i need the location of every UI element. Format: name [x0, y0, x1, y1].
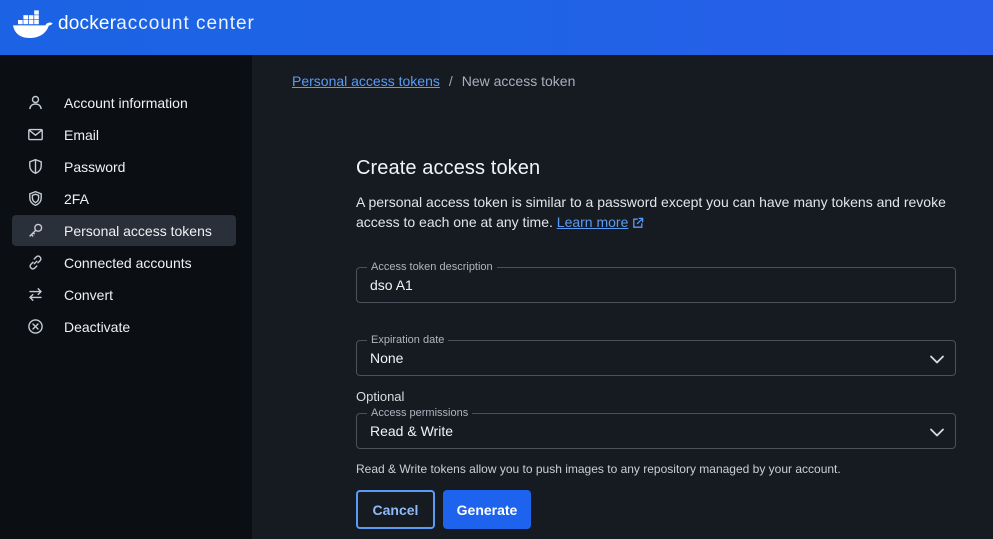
sidebar-item-label: Password	[64, 158, 126, 175]
logo-brand: docker	[58, 13, 117, 34]
link-icon	[27, 254, 44, 271]
breadcrumb-current: New access token	[461, 73, 576, 89]
double-shield-icon	[27, 190, 44, 207]
expiration-date-select[interactable]: Expiration date None	[356, 333, 956, 376]
create-token-form: Create access token A personal access to…	[356, 157, 956, 529]
main-content: Personal access tokens / New access toke…	[252, 55, 993, 539]
access-permissions-label: Access permissions	[367, 406, 473, 420]
sidebar-item-label: 2FA	[64, 190, 89, 207]
token-description-label: Access token description	[367, 260, 497, 274]
generate-button[interactable]: Generate	[443, 490, 531, 529]
swap-arrows-icon	[27, 286, 44, 303]
user-icon	[27, 94, 44, 111]
chevron-down-icon[interactable]	[929, 425, 945, 443]
sidebar-item-account-information[interactable]: Account information	[12, 87, 236, 118]
description-text: A personal access token is similar to a …	[356, 194, 946, 230]
token-description-input[interactable]: dso A1	[370, 277, 413, 293]
sidebar-item-label: Convert	[64, 286, 114, 303]
sidebar-item-label: Connected accounts	[64, 254, 192, 271]
key-icon	[27, 222, 44, 239]
token-description-field[interactable]: Access token description dso A1	[356, 260, 956, 303]
expiration-date-label: Expiration date	[367, 333, 449, 347]
sidebar-item-deactivate[interactable]: Deactivate	[12, 311, 236, 342]
sidebar-item-label: Email	[64, 126, 100, 143]
optional-label: Optional	[356, 389, 405, 404]
docker-logo[interactable]: dockeraccount center	[12, 8, 255, 40]
logo-text: dockeraccount center	[58, 13, 255, 35]
sidebar-item-connected-accounts[interactable]: Connected accounts	[12, 247, 236, 278]
sidebar-item-convert[interactable]: Convert	[12, 279, 236, 310]
sidebar-item-label: Deactivate	[64, 318, 131, 335]
access-permissions-select[interactable]: Access permissions Read & Write	[356, 406, 956, 449]
cancel-button[interactable]: Cancel	[356, 490, 435, 529]
access-permissions-value: Read & Write	[370, 423, 453, 439]
sidebar-item-personal-access-tokens[interactable]: Personal access tokens	[12, 215, 236, 246]
circle-x-icon	[27, 318, 44, 335]
mail-icon	[27, 126, 44, 143]
external-link-icon[interactable]	[632, 214, 644, 234]
sidebar-item-password[interactable]: Password	[12, 151, 236, 182]
breadcrumb: Personal access tokens / New access toke…	[292, 73, 575, 89]
sidebar-item-label: Account information	[64, 94, 188, 111]
sidebar-item-label: Personal access tokens	[64, 222, 212, 239]
docker-whale-icon	[12, 9, 54, 39]
logo-subtitle: account center	[116, 13, 255, 34]
breadcrumb-separator: /	[448, 73, 453, 89]
sidebar: Account information Email Password 2FA P…	[0, 55, 252, 539]
top-bar: dockeraccount center	[0, 0, 993, 55]
learn-more-link[interactable]: Learn more	[557, 214, 629, 230]
permissions-hint: Read & Write tokens allow you to push im…	[356, 462, 841, 476]
sidebar-item-email[interactable]: Email	[12, 119, 236, 150]
expiration-date-value: None	[370, 350, 404, 366]
page-title: Create access token	[356, 157, 541, 179]
sidebar-item-2fa[interactable]: 2FA	[12, 183, 236, 214]
breadcrumb-parent-link[interactable]: Personal access tokens	[292, 73, 440, 89]
shield-icon	[27, 158, 44, 175]
form-description: A personal access token is similar to a …	[356, 192, 946, 234]
chevron-down-icon[interactable]	[929, 352, 945, 370]
